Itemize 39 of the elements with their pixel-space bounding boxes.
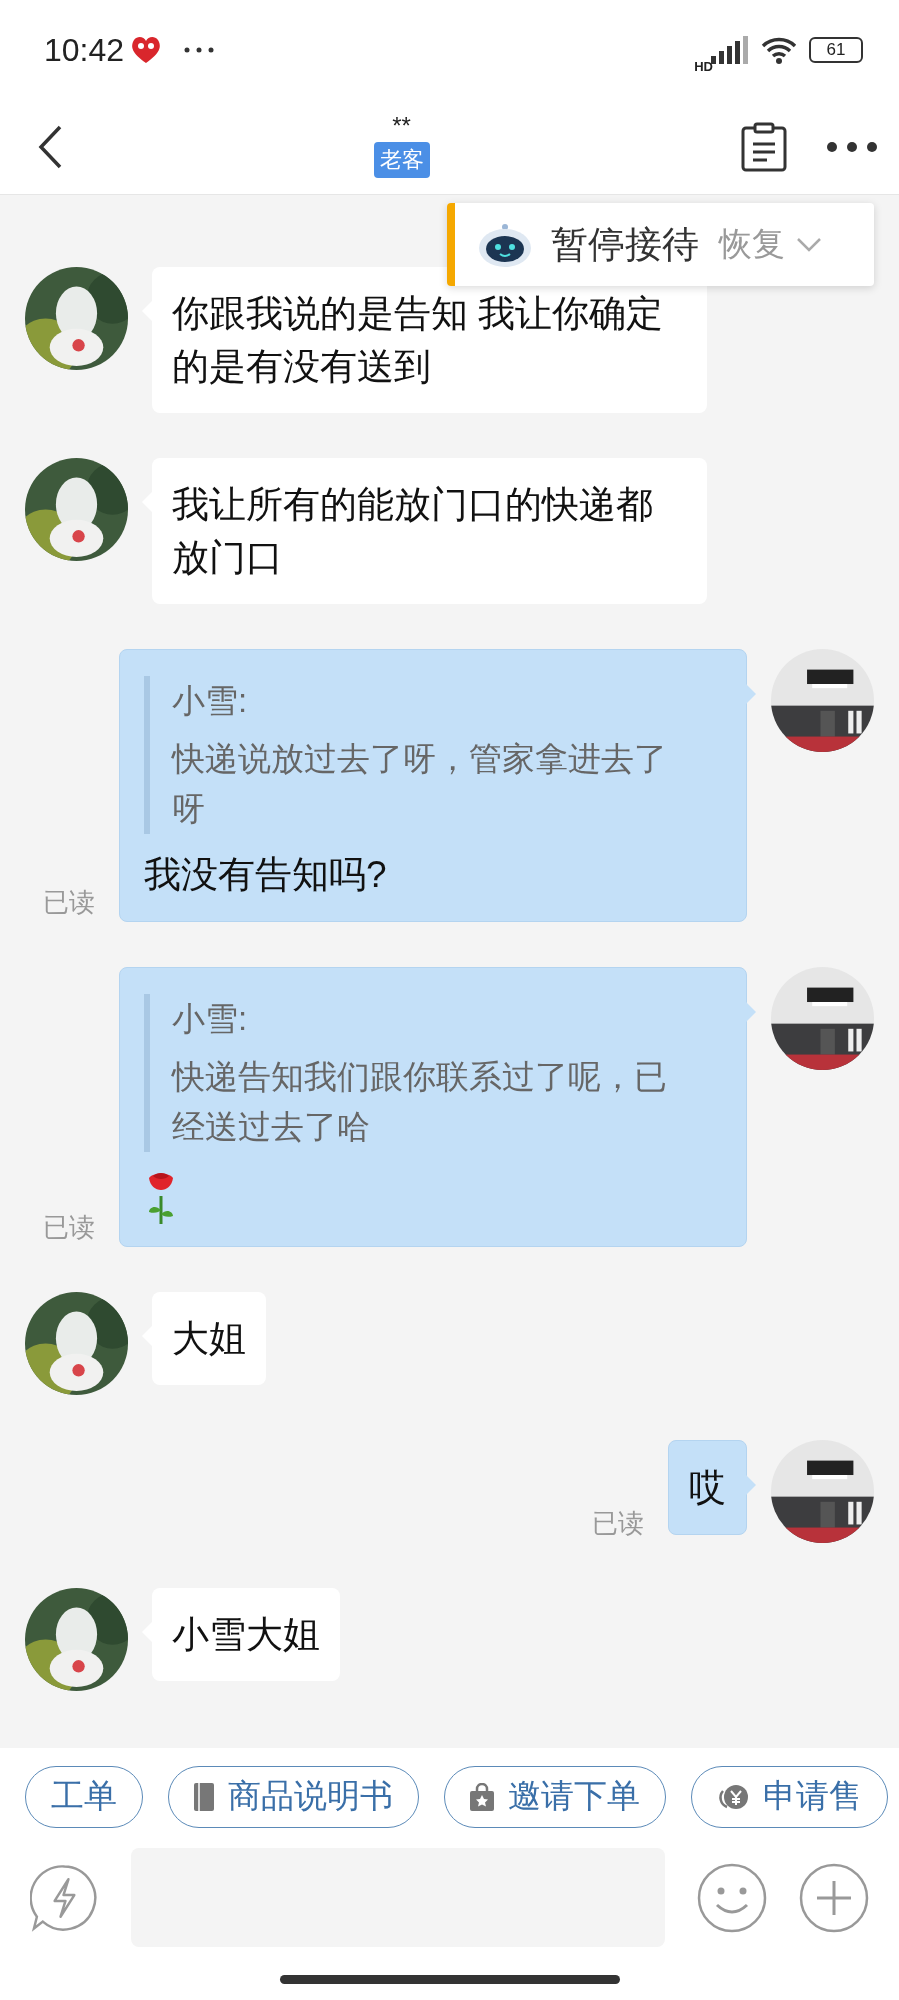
resume-link[interactable]: 恢复 (719, 222, 785, 267)
robot-icon (477, 221, 533, 268)
chevron-down-icon[interactable] (797, 237, 821, 252)
message-text: 大姐 (172, 1317, 246, 1361)
wifi-icon (761, 36, 797, 64)
read-receipt: 已读 (43, 1211, 95, 1244)
quick-reply-chip[interactable]: 邀请下单 (444, 1765, 666, 1828)
more-icon[interactable] (827, 142, 877, 152)
quote-text: 快递说放过去了呀，管家拿进去了呀 (172, 739, 668, 829)
clock: 10:42 (44, 31, 125, 69)
battery-level: 61 (809, 37, 863, 63)
quote-text: 快递告知我们跟你联系过了呢，已经送过去了哈 (172, 1057, 668, 1147)
book-icon (194, 1782, 214, 1811)
coin-icon (717, 1782, 749, 1811)
quick-reply-chip[interactable]: 商品说明书 (168, 1765, 419, 1828)
customer-tag: 老客 (373, 142, 430, 178)
quote-author: 小雪: (172, 681, 249, 721)
quick-reply-chip[interactable]: 工单 (25, 1765, 143, 1828)
read-receipt: 已读 (592, 1507, 644, 1540)
signal-icon (711, 36, 749, 64)
read-receipt: 已读 (43, 886, 95, 919)
lightning-icon[interactable] (30, 1862, 99, 1933)
chat-title: ** (392, 116, 411, 136)
quote-author: 小雪: (172, 999, 249, 1039)
quick-reply-chip[interactable]: 申请售 (691, 1765, 888, 1828)
more-icon (184, 47, 215, 53)
bag-icon (470, 1782, 494, 1811)
message-text: 我让所有的能放门口的快递都放门口 (172, 483, 654, 580)
heart-badge-icon (130, 35, 163, 65)
message-text: 哎 (689, 1466, 726, 1510)
status-label: 暂停接待 (551, 222, 699, 267)
message-text: 你跟我说的是告知 我让你确定的是有没有送到 (172, 292, 665, 389)
plus-icon[interactable] (799, 1862, 869, 1933)
clipboard-icon[interactable] (741, 122, 787, 172)
emoji-icon[interactable] (697, 1862, 767, 1933)
network-label: HD (694, 58, 713, 74)
message-text: 我没有告知吗? (144, 853, 388, 897)
back-icon[interactable] (38, 125, 62, 169)
message-text: 小雪大姐 (172, 1613, 320, 1657)
